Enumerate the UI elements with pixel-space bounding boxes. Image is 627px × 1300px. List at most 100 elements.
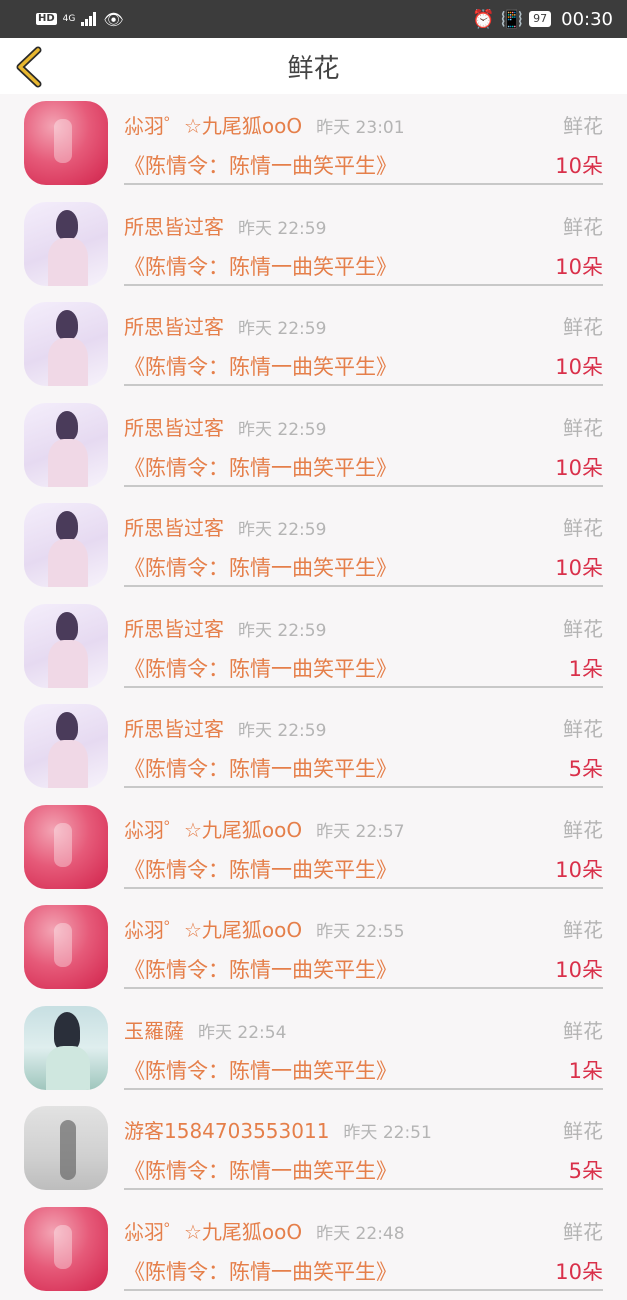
book-title[interactable]: 《陈情令：陈情一曲笑平生》 — [124, 753, 397, 783]
user-name-line: 所思皆过客昨天 22:59 — [124, 613, 326, 642]
user-name: 尛羽゜☆九尾狐ooO — [124, 818, 302, 842]
avatar[interactable] — [24, 905, 108, 989]
book-title[interactable]: 《陈情令：陈情一曲笑平生》 — [124, 954, 397, 984]
hd-icon: HD — [36, 13, 57, 25]
user-name-line: 尛羽゜☆九尾狐ooO昨天 22:55 — [124, 914, 405, 943]
user-name: 尛羽゜☆九尾狐ooO — [124, 1220, 302, 1244]
timestamp: 昨天 22:59 — [238, 520, 326, 540]
list-item[interactable]: 所思皆过客昨天 22:59 鲜花 《陈情令：陈情一曲笑平生》 10朵 — [0, 496, 627, 597]
book-title[interactable]: 《陈情令：陈情一曲笑平生》 — [124, 351, 397, 381]
list-item[interactable]: 尛羽゜☆九尾狐ooO昨天 22:55 鲜花 《陈情令：陈情一曲笑平生》 10朵 — [0, 898, 627, 999]
user-name-line: 所思皆过客昨天 22:59 — [124, 412, 326, 441]
status-left: HD 4G 👁 — [36, 10, 124, 29]
timestamp: 昨天 22:57 — [316, 822, 404, 842]
avatar[interactable] — [24, 202, 108, 286]
user-name: 尛羽゜☆九尾狐ooO — [124, 918, 302, 942]
user-name: 尛羽゜☆九尾狐ooO — [124, 114, 302, 138]
timestamp: 昨天 22:59 — [238, 420, 326, 440]
list-item[interactable]: 尛羽゜☆九尾狐ooO昨天 22:48 鲜花 《陈情令：陈情一曲笑平生》 10朵 — [0, 1200, 627, 1300]
list-item[interactable]: 尛羽゜☆九尾狐ooO昨天 22:57 鲜花 《陈情令：陈情一曲笑平生》 10朵 — [0, 798, 627, 899]
user-name: 所思皆过客 — [124, 315, 224, 339]
status-bar: HD 4G 👁 ⏰ 📳 97 00:30 — [0, 0, 627, 38]
divider — [124, 284, 603, 286]
user-name: 所思皆过客 — [124, 215, 224, 239]
user-name-line: 所思皆过客昨天 22:59 — [124, 311, 326, 340]
avatar[interactable] — [24, 604, 108, 688]
divider — [124, 384, 603, 386]
gift-count: 1朵 — [569, 653, 603, 683]
gift-count: 10朵 — [555, 452, 603, 482]
user-name: 所思皆过客 — [124, 717, 224, 741]
battery-icon: 97 — [529, 11, 551, 27]
book-title[interactable]: 《陈情令：陈情一曲笑平生》 — [124, 251, 397, 281]
divider — [124, 786, 603, 788]
list-item[interactable]: 所思皆过客昨天 22:59 鲜花 《陈情令：陈情一曲笑平生》 5朵 — [0, 697, 627, 798]
user-name-line: 所思皆过客昨天 22:59 — [124, 713, 326, 742]
list-item[interactable]: 尛羽゜☆九尾狐ooO 昨天 23:01 鲜花 《陈情令：陈情一曲笑平生》 10朵 — [0, 94, 627, 195]
list-item[interactable]: 所思皆过客昨天 22:59 鲜花 《陈情令：陈情一曲笑平生》 10朵 — [0, 195, 627, 296]
book-title[interactable]: 《陈情令：陈情一曲笑平生》 — [124, 1256, 397, 1286]
gift-type: 鲜花 — [563, 110, 603, 139]
gift-count: 10朵 — [555, 1256, 603, 1286]
user-name-line: 尛羽゜☆九尾狐ooO昨天 22:48 — [124, 1216, 405, 1245]
divider — [124, 183, 603, 185]
avatar[interactable] — [24, 1106, 108, 1190]
user-name: 所思皆过客 — [124, 416, 224, 440]
list-item[interactable]: 游客1584703553011昨天 22:51 鲜花 《陈情令：陈情一曲笑平生》… — [0, 1099, 627, 1200]
gift-count: 5朵 — [569, 753, 603, 783]
book-title[interactable]: 《陈情令：陈情一曲笑平生》 — [124, 653, 397, 683]
timestamp: 昨天 23:01 — [316, 118, 404, 138]
vibrate-icon: 📳 — [501, 9, 523, 30]
user-name-line: 所思皆过客昨天 22:59 — [124, 211, 326, 240]
timestamp: 昨天 22:59 — [238, 219, 326, 239]
book-title[interactable]: 《陈情令：陈情一曲笑平生》 — [124, 452, 397, 482]
user-name-line: 游客1584703553011昨天 22:51 — [124, 1115, 432, 1144]
divider — [124, 1289, 603, 1291]
divider — [124, 1188, 603, 1190]
user-name-line: 尛羽゜☆九尾狐ooO 昨天 23:01 — [124, 110, 405, 139]
user-name-line: 尛羽゜☆九尾狐ooO 昨天 22:57 — [124, 814, 405, 843]
timestamp: 昨天 22:59 — [238, 319, 326, 339]
avatar[interactable] — [24, 302, 108, 386]
book-title[interactable]: 《陈情令：陈情一曲笑平生》 — [124, 1055, 397, 1085]
user-name: 玉羅薩 — [124, 1019, 184, 1043]
avatar[interactable] — [24, 704, 108, 788]
gift-count: 10朵 — [555, 954, 603, 984]
avatar[interactable] — [24, 1006, 108, 1090]
gift-count: 10朵 — [555, 251, 603, 281]
avatar[interactable] — [24, 1207, 108, 1291]
user-name: 所思皆过客 — [124, 617, 224, 641]
avatar[interactable] — [24, 101, 108, 185]
alarm-icon: ⏰ — [472, 9, 494, 30]
book-title[interactable]: 《陈情令：陈情一曲笑平生》 — [124, 1155, 397, 1185]
book-title[interactable]: 《陈情令：陈情一曲笑平生》 — [124, 150, 397, 180]
gift-type: 鲜花 — [563, 311, 603, 340]
book-title[interactable]: 《陈情令：陈情一曲笑平生》 — [124, 552, 397, 582]
user-name: 游客1584703553011 — [124, 1119, 329, 1143]
avatar[interactable] — [24, 403, 108, 487]
network-type-icon: 4G — [63, 15, 76, 24]
gift-type: 鲜花 — [563, 412, 603, 441]
avatar[interactable] — [24, 805, 108, 889]
list-item[interactable]: 玉羅薩昨天 22:54 鲜花 《陈情令：陈情一曲笑平生》 1朵 — [0, 999, 627, 1100]
gift-count: 10朵 — [555, 351, 603, 381]
list-item[interactable]: 所思皆过客昨天 22:59 鲜花 《陈情令：陈情一曲笑平生》 1朵 — [0, 597, 627, 698]
avatar[interactable] — [24, 503, 108, 587]
divider — [124, 585, 603, 587]
gift-count: 10朵 — [555, 150, 603, 180]
gift-count: 1朵 — [569, 1055, 603, 1085]
book-title[interactable]: 《陈情令：陈情一曲笑平生》 — [124, 854, 397, 884]
gift-type: 鲜花 — [563, 1216, 603, 1245]
list-item[interactable]: 所思皆过客昨天 22:59 鲜花 《陈情令：陈情一曲笑平生》 10朵 — [0, 295, 627, 396]
user-name-line: 玉羅薩昨天 22:54 — [124, 1015, 286, 1044]
signal-icon — [81, 12, 97, 26]
divider — [124, 686, 603, 688]
divider — [124, 887, 603, 889]
app-header: 鲜花 — [0, 38, 627, 94]
gift-type: 鲜花 — [563, 1015, 603, 1044]
page-title: 鲜花 — [0, 48, 627, 85]
list-item[interactable]: 所思皆过客昨天 22:59 鲜花 《陈情令：陈情一曲笑平生》 10朵 — [0, 396, 627, 497]
gift-type: 鲜花 — [563, 814, 603, 843]
gift-type: 鲜花 — [563, 512, 603, 541]
gift-list: 尛羽゜☆九尾狐ooO昨天 23:01 鲜花 《陈情令：陈情一曲笑平生》 10朵 … — [0, 94, 627, 1300]
